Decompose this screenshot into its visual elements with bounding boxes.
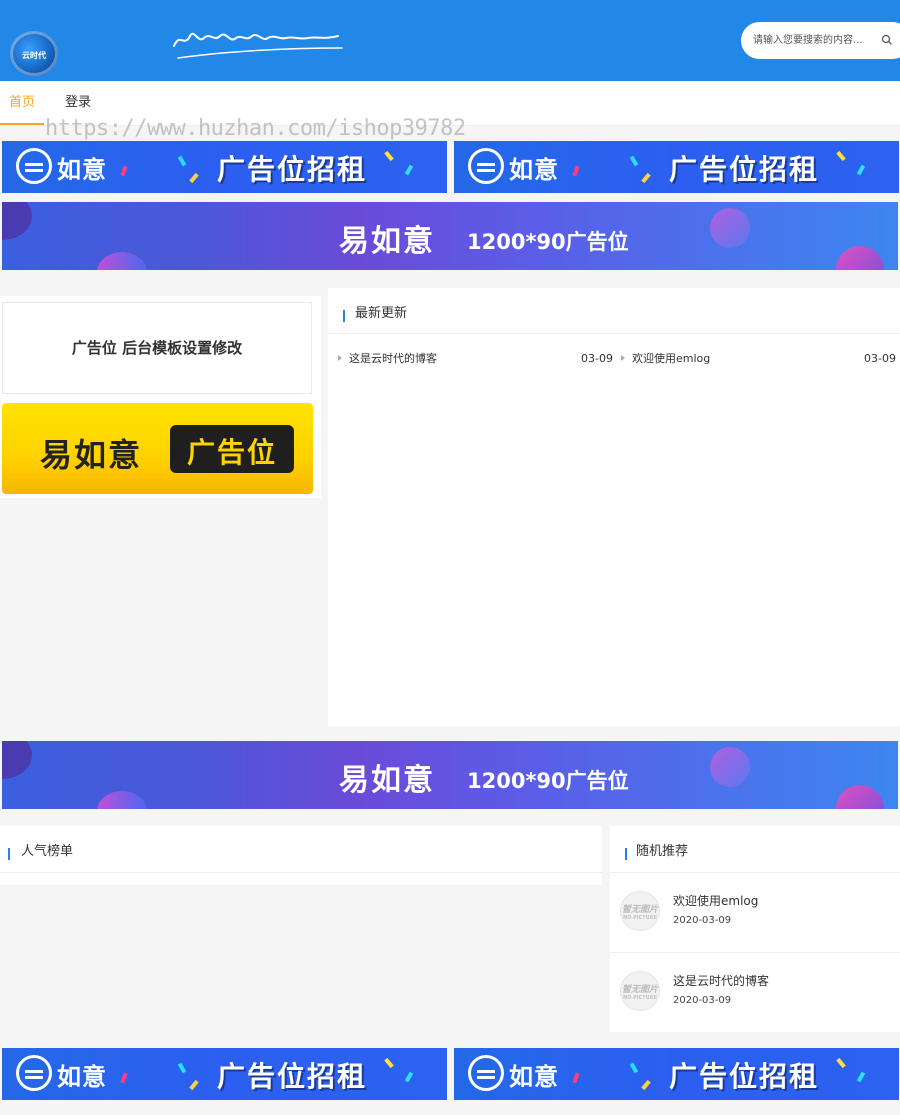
recommend-item-link[interactable]: 这是云时代的博客 [673,972,769,989]
search-box [741,22,900,59]
popular-panel: 人气榜单 [0,826,602,885]
ad-brand: 如意 [57,1063,107,1091]
latest-item-date: 03-09 [864,352,896,365]
popular-title: 人气榜单 [21,844,74,859]
slogan-calligraphy-image [173,32,343,59]
yellow-ad-badge-text: 广告位 [186,436,277,469]
ad-banner-top-left[interactable]: 如意 广告位招租 [2,141,447,193]
ad-brand-logo-icon [16,148,52,184]
ad-title: 广告位招租 [217,1060,368,1093]
ad-banner-wide-middle[interactable]: 易如意 1200*90广告位 [2,741,898,809]
latest-updates-title: 最新更新 [355,306,408,321]
no-picture-thumbnail[interactable]: 暂无图片 NO PICTURE [620,891,660,931]
latest-item-link[interactable]: 这是云时代的博客 [349,351,437,367]
site-logo[interactable]: 云时代 [10,31,58,76]
yellow-ad-badge: 广告位 [170,425,294,473]
ad-banner-bottom-left[interactable]: 如意 广告位招租 [2,1048,447,1100]
ad-banner-top-right[interactable]: 如意 广告位招租 [454,141,899,193]
recommend-item-date: 2020-03-09 [673,915,732,926]
ad-banner-bottom-right[interactable]: 如意 广告位招租 [454,1048,899,1100]
text-ad[interactable]: 广告位 后台模板设置修改 [2,302,312,394]
latest-item-date: 03-09 [581,352,613,365]
ad-title: 广告位招租 [669,1060,820,1093]
recommend-item-date: 2020-03-09 [673,995,732,1006]
logo-text: 云时代 [22,51,46,60]
ad-title: 广告位招租 [669,153,820,186]
latest-updates-panel: 最新更新 这是云时代的博客 03-09 欢迎使用emlog 03-09 [328,288,900,726]
site-header: 云时代 [0,0,900,81]
ad-brand: 如意 [509,156,559,184]
watermark-url: https://www.huzhan.com/ishop39782 [45,116,466,141]
yellow-ad-brand: 易如意 [40,436,143,474]
ad-brand-logo-icon [16,1055,52,1091]
ad-brand-logo-icon [468,148,504,184]
no-picture-thumbnail[interactable]: 暂无图片 NO PICTURE [620,971,660,1011]
ad-title: 广告位招租 [217,153,368,186]
yellow-ad-banner[interactable]: 易如意 广告位 [2,403,313,494]
ad-banner-wide-top[interactable]: 易如意 1200*90广告位 [2,202,898,270]
ad-wide-size: 1200*90广告位 [467,230,629,254]
section-accent-bar [625,848,627,860]
search-input[interactable] [753,22,873,59]
bullet-icon [338,355,342,361]
search-icon[interactable] [879,32,895,48]
ad-brand-logo-icon [468,1055,504,1091]
bullet-icon [621,355,625,361]
recommend-item-link[interactable]: 欢迎使用emlog [673,892,758,909]
section-accent-bar [343,310,345,322]
nav-active-underline [0,123,44,125]
random-recommend-title: 随机推荐 [636,844,689,859]
ad-wide-brand: 易如意 [339,763,435,798]
latest-item-link[interactable]: 欢迎使用emlog [632,351,710,367]
section-accent-bar [8,848,10,860]
random-recommend-panel: 随机推荐 暂无图片 NO PICTURE 欢迎使用emlog 2020-03-0… [610,826,900,1032]
ad-wide-size: 1200*90广告位 [467,769,629,793]
ad-brand: 如意 [509,1063,559,1091]
ad-wide-brand: 易如意 [339,224,435,259]
ad-brand: 如意 [57,156,107,184]
nav-item-home[interactable]: 首页 [9,81,35,125]
